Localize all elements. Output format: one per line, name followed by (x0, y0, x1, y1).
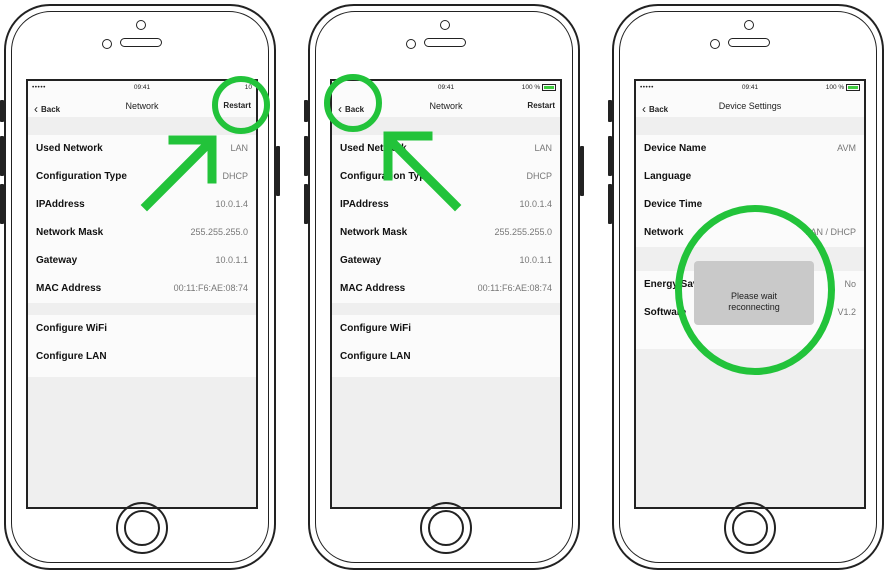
row-value: DHCP (526, 171, 552, 181)
front-camera-icon (440, 20, 450, 30)
mute-switch (608, 100, 612, 122)
row-label: Device Time (644, 199, 703, 210)
highlight-ring-back (324, 74, 382, 132)
row-value: 255.255.255.0 (494, 227, 552, 237)
settings-row[interactable]: Language (636, 163, 864, 191)
settings-row[interactable]: Network Mask 255.255.255.0 (332, 219, 560, 247)
volume-up-button (608, 136, 612, 176)
volume-up-button (0, 136, 4, 176)
section-separator (332, 303, 560, 315)
empty-area (332, 377, 560, 507)
configure-lan-row[interactable]: Configure LAN (332, 343, 560, 371)
battery-icon (846, 84, 860, 91)
row-label: MAC Address (340, 283, 406, 294)
volume-up-button (304, 136, 308, 176)
row-label: Configuration Type (340, 171, 431, 182)
row-value: V1.2 (837, 307, 856, 317)
mute-switch (0, 100, 4, 122)
nav-bar: ‹ Back Device Settings (636, 95, 864, 117)
home-button[interactable] (420, 502, 472, 554)
screen: ••••• 09:41 10 ‹ Back Network Restart Use… (26, 79, 258, 509)
row-value: 255.255.255.0 (190, 227, 248, 237)
earpiece-speaker (424, 38, 466, 47)
mute-switch (304, 100, 308, 122)
restart-button[interactable]: Restart (527, 101, 555, 110)
status-bar: ••••• 09:41 100 % (636, 81, 864, 95)
row-value: LAN (534, 143, 552, 153)
battery-text: 100 % (826, 84, 860, 91)
power-button (276, 146, 280, 196)
settings-row[interactable]: IPAddress 10.0.1.4 (28, 191, 256, 219)
settings-row[interactable]: MAC Address 00:11:F6:AE:08:74 (332, 275, 560, 303)
row-value: 10.0.1.4 (215, 199, 248, 209)
highlight-ring-restart (212, 76, 270, 134)
row-value: 10.0.1.1 (519, 255, 552, 265)
configure-wifi-row[interactable]: Configure WiFi (332, 315, 560, 343)
row-value: 10.0.1.1 (215, 255, 248, 265)
row-label: Configuration Type (36, 171, 127, 182)
empty-area (28, 377, 256, 507)
row-label: IPAddress (340, 199, 389, 210)
power-button (580, 146, 584, 196)
row-label: Device Name (644, 143, 707, 154)
row-label: Configure WiFi (36, 323, 108, 334)
battery-text: 100 % (522, 84, 556, 91)
row-value: 00:11:F6:AE:08:74 (477, 283, 552, 293)
sensor-icon (710, 39, 720, 49)
battery-percent: 100 % (521, 84, 541, 92)
front-camera-icon (744, 20, 754, 30)
battery-percent: 100 % (825, 84, 845, 92)
sensor-icon (102, 39, 112, 49)
row-label: MAC Address (36, 283, 102, 294)
volume-down-button (0, 184, 4, 224)
section-separator (636, 117, 864, 135)
row-label: Configure LAN (340, 351, 411, 362)
highlight-ring-dialog (675, 205, 835, 375)
settings-row[interactable]: Configuration Type DHCP (332, 163, 560, 191)
row-value: LAN (230, 143, 248, 153)
settings-row[interactable]: Gateway 10.0.1.1 (28, 247, 256, 275)
row-value: AVM (837, 143, 856, 153)
row-label: Used Network (36, 143, 103, 154)
page-title: Device Settings (718, 101, 782, 111)
row-label: Used Network (340, 143, 407, 154)
section-separator (28, 303, 256, 315)
settings-row[interactable]: Device Name AVM (636, 135, 864, 163)
settings-row[interactable]: IPAddress 10.0.1.4 (332, 191, 560, 219)
volume-down-button (304, 184, 308, 224)
configure-lan-row[interactable]: Configure LAN (28, 343, 256, 371)
row-label: Gateway (36, 255, 78, 266)
battery-icon (542, 84, 556, 91)
row-label: Language (644, 171, 692, 182)
row-label: Network Mask (36, 227, 104, 238)
settings-row[interactable]: Network Mask 255.255.255.0 (28, 219, 256, 247)
row-label: Network (644, 227, 684, 238)
settings-row[interactable]: Used Network LAN (28, 135, 256, 163)
row-label: IPAddress (36, 199, 85, 210)
settings-row[interactable]: Configuration Type DHCP (28, 163, 256, 191)
row-value: 00:11:F6:AE:08:74 (173, 283, 248, 293)
row-value: No (844, 279, 856, 289)
settings-row[interactable]: Gateway 10.0.1.1 (332, 247, 560, 275)
earpiece-speaker (728, 38, 770, 47)
settings-row[interactable]: Used Network LAN (332, 135, 560, 163)
earpiece-speaker (120, 38, 162, 47)
home-button[interactable] (724, 502, 776, 554)
configure-wifi-row[interactable]: Configure WiFi (28, 315, 256, 343)
sensor-icon (406, 39, 416, 49)
front-camera-icon (136, 20, 146, 30)
settings-row[interactable]: MAC Address 00:11:F6:AE:08:74 (28, 275, 256, 303)
row-value: 10.0.1.4 (519, 199, 552, 209)
row-label: Network Mask (340, 227, 408, 238)
row-label: Gateway (340, 255, 382, 266)
row-label: Configure WiFi (340, 323, 412, 334)
home-button[interactable] (116, 502, 168, 554)
row-label: Configure LAN (36, 351, 107, 362)
screen: 09:41 100 % ‹ Back Network Restart Used N… (330, 79, 562, 509)
volume-down-button (608, 184, 612, 224)
row-value: DHCP (222, 171, 248, 181)
